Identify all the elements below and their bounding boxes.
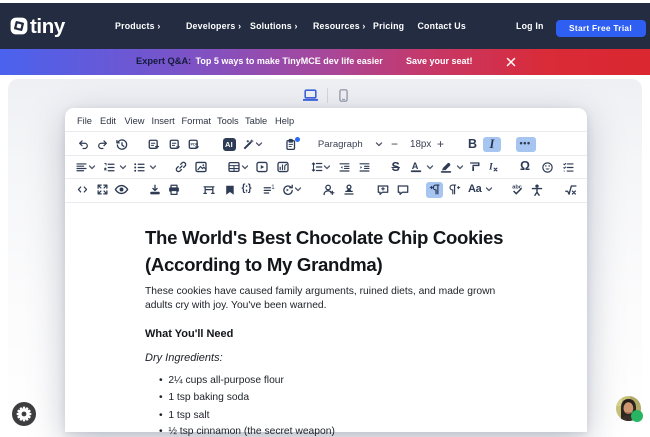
svg-text:1: 1 [271,183,275,190]
svg-text:PDF: PDF [190,142,198,146]
svg-text:A: A [411,161,418,171]
svg-text:I: I [488,162,494,173]
